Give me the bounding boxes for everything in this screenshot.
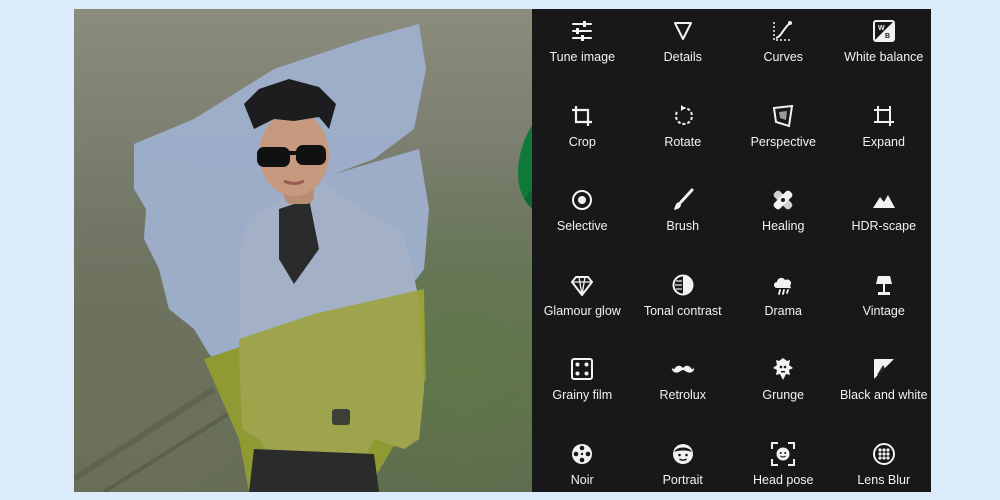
tool-expand[interactable]: Expand [834,94,932,179]
selective-target-icon [570,188,594,212]
sliders-icon [570,19,594,43]
tools-grid: Tune image Details Curves WB White balan… [532,9,931,492]
grunge-icon [771,357,795,381]
tool-brush[interactable]: Brush [633,178,734,263]
photo-preview [74,9,532,492]
tool-label: Expand [862,134,905,149]
perspective-icon [771,104,795,128]
tool-label: HDR-scape [851,219,917,233]
tool-label: Brush [666,219,700,233]
tool-rotate[interactable]: Rotate [633,94,734,179]
diamond-icon [570,273,594,297]
tool-head-pose[interactable]: Head pose [733,432,834,493]
crop-icon [570,104,594,128]
dice-icon [570,357,594,381]
face-icon [671,442,695,466]
bandage-icon [771,188,795,212]
tool-label: Head pose [753,472,814,487]
tool-label: Curves [763,50,804,64]
triangle-down-icon [671,19,695,43]
tool-grunge[interactable]: Grunge [733,347,834,432]
photo-artwork [74,24,429,492]
tool-lens-blur[interactable]: Lens Blur [834,432,932,493]
tool-hdr-scape[interactable]: HDR-scape [834,178,932,263]
half-circle-icon [671,273,695,297]
tool-label: Glamour glow [543,303,621,318]
tool-label: Portrait [662,472,703,487]
tool-label: Perspective [750,134,816,149]
tool-tonal-contrast[interactable]: Tonal contrast [633,263,734,348]
rotate-icon [671,104,695,128]
tool-curves[interactable]: Curves [733,9,834,94]
tool-label: Drama [764,303,802,318]
tool-details[interactable]: Details [633,9,734,94]
tool-label: White balance [844,50,924,64]
white-balance-icon: WB [872,19,896,43]
tool-label: Tune image [549,50,616,64]
tool-label: Tonal contrast [643,303,722,318]
face-frame-icon [771,441,796,466]
tool-label: Lens Blur [857,472,911,487]
black-white-icon [872,357,896,381]
expand-icon [872,104,896,128]
curves-icon [771,19,795,43]
tools-panel: Tune image Details Curves WB White balan… [532,9,931,492]
tool-retrolux[interactable]: Retrolux [633,347,734,432]
tool-label: Details [663,50,702,64]
tool-label: Rotate [664,134,702,149]
tool-healing[interactable]: Healing [733,178,834,263]
tool-label: Grunge [762,388,805,402]
mountains-icon [872,188,896,212]
tool-selective[interactable]: Selective [532,178,633,263]
svg-text:B: B [885,33,890,40]
tool-label: Retrolux [659,388,707,402]
tool-perspective[interactable]: Perspective [733,94,834,179]
tool-label: Crop [568,134,596,149]
tool-crop[interactable]: Crop [532,94,633,179]
tool-glamour-glow[interactable]: Glamour glow [532,263,633,348]
mustache-icon [671,357,695,381]
tool-vintage[interactable]: Vintage [834,263,932,348]
tool-label: Noir [570,472,594,487]
tool-black-and-white[interactable]: Black and white [834,347,932,432]
tool-white-balance[interactable]: WB White balance [834,9,932,94]
tool-portrait[interactable]: Portrait [633,432,734,493]
film-reel-icon [570,442,594,466]
tool-label: Selective [556,219,608,233]
brush-icon [671,188,695,212]
tool-label: Healing [762,219,805,233]
tool-grainy-film[interactable]: Grainy film [532,347,633,432]
tool-drama[interactable]: Drama [733,263,834,348]
lens-blur-icon [872,442,896,466]
tool-label: Vintage [862,303,905,318]
tool-noir[interactable]: Noir [532,432,633,493]
tool-label: Black and white [839,388,928,402]
tool-label: Grainy film [552,388,613,402]
tool-tune-image[interactable]: Tune image [532,9,633,94]
svg-text:W: W [878,25,885,32]
screenshot-frame: Tune image Details Curves WB White balan… [74,9,931,492]
lamp-icon [872,273,896,297]
storm-cloud-icon [771,273,795,297]
